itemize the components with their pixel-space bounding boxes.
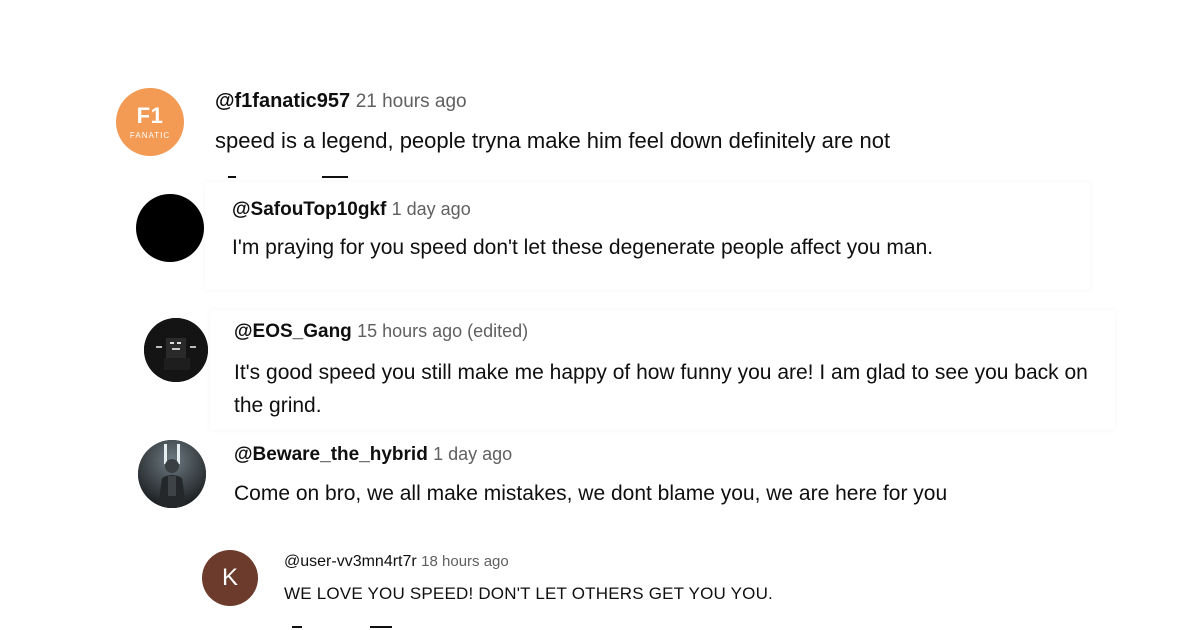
avatar[interactable]: F1 FANATIC: [116, 88, 184, 156]
comment-text: I'm praying for you speed don't let thes…: [232, 236, 934, 259]
comment-header: @Beware_the_hybrid 1 day ago: [234, 444, 512, 466]
comment-text: It's good speed you still make me happy …: [234, 361, 1088, 417]
comment-text: WE LOVE YOU SPEED! DON'T LET OTHERS GET …: [284, 584, 773, 603]
comment-timestamp[interactable]: 1 day ago: [392, 199, 471, 219]
avatar[interactable]: [144, 318, 208, 382]
avatar-initial: K: [221, 564, 238, 591]
comment-timestamp[interactable]: 21 hours ago: [356, 91, 467, 112]
comment-timestamp[interactable]: 1 day ago: [433, 444, 512, 464]
cut-off-action-row: [292, 626, 302, 628]
comment-author-link[interactable]: @SafouTop10gkf: [232, 199, 386, 220]
avatar-image-icon: [144, 318, 208, 382]
cut-off-action-row: [228, 176, 236, 178]
comment-timestamp[interactable]: 18 hours ago: [421, 553, 509, 570]
avatar-logo-text: F1: [136, 102, 164, 128]
avatar-logo-subtext: FANATIC: [129, 130, 171, 140]
comment-header: @SafouTop10gkf 1 day ago: [232, 199, 471, 221]
avatar[interactable]: [136, 194, 204, 262]
comment-header: @user-vv3mn4rt7r 18 hours ago: [284, 553, 509, 571]
avatar[interactable]: K: [202, 550, 258, 606]
comment-timestamp[interactable]: 15 hours ago (edited): [357, 321, 528, 341]
avatar-image-icon: [138, 440, 206, 508]
comment-text: Come on bro, we all make mistakes, we do…: [234, 482, 948, 505]
comment-author-link[interactable]: @user-vv3mn4rt7r: [284, 553, 417, 570]
comment-author-link[interactable]: @Beware_the_hybrid: [234, 444, 428, 465]
avatar[interactable]: [138, 440, 206, 508]
comment-header: @EOS_Gang 15 hours ago (edited): [234, 321, 528, 343]
cut-off-action-row: [370, 626, 392, 628]
cut-off-action-row: [322, 176, 348, 178]
comments-collage: F1 FANATIC @f1fanatic957 21 hours ago sp…: [0, 0, 1200, 630]
comment-author-link[interactable]: @f1fanatic957: [215, 90, 350, 112]
comment-author-link[interactable]: @EOS_Gang: [234, 321, 352, 342]
comment-header: @f1fanatic957 21 hours ago: [215, 90, 467, 113]
comment-text: speed is a legend, people tryna make him…: [215, 128, 891, 153]
